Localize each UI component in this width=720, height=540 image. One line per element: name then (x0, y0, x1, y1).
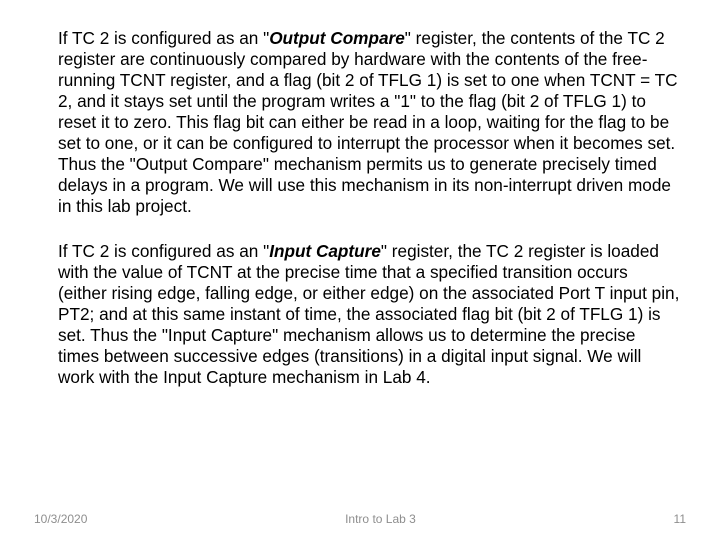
p1-pre: If TC 2 is configured as an " (58, 28, 269, 48)
p2-emph: Input Capture (269, 241, 381, 261)
p1-emph: Output Compare (269, 28, 405, 48)
p2-pre: If TC 2 is configured as an " (58, 241, 269, 261)
footer: 10/3/2020 11 Intro to Lab 3 (0, 512, 720, 526)
paragraph-input-capture: If TC 2 is configured as an "Input Captu… (58, 241, 680, 388)
paragraph-output-compare: If TC 2 is configured as an "Output Comp… (58, 28, 680, 217)
p2-post: " register, the TC 2 register is loaded … (58, 241, 679, 387)
slide: If TC 2 is configured as an "Output Comp… (0, 0, 720, 540)
footer-title: Intro to Lab 3 (34, 512, 686, 526)
p1-post: " register, the contents of the TC 2 reg… (58, 28, 678, 216)
body-text: If TC 2 is configured as an "Output Comp… (40, 28, 680, 388)
footer-page-number: 11 (674, 512, 686, 526)
footer-date: 10/3/2020 (34, 512, 87, 526)
